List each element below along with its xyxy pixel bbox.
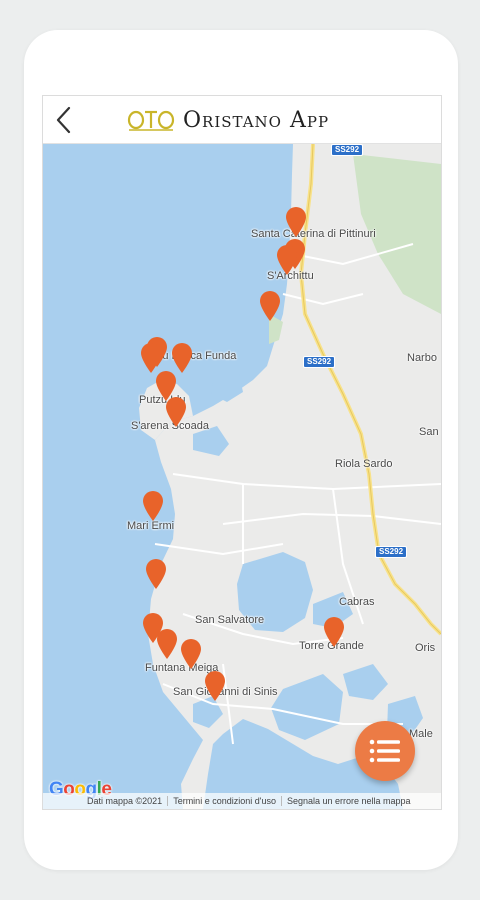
- map-view[interactable]: SS292 SS292 SS292 Santa Caterina di Pitt…: [43, 144, 441, 809]
- app-screen: Oristano App SS292 SS292 SS292 Santa Cat…: [42, 95, 442, 810]
- map-pin-icon[interactable]: [203, 670, 227, 702]
- back-button[interactable]: [47, 102, 81, 138]
- map-pin-icon[interactable]: [322, 616, 346, 648]
- road-shield: SS292: [331, 144, 364, 156]
- map-pin-icon[interactable]: [275, 244, 299, 276]
- place-label: Cabras: [339, 596, 375, 608]
- app-header: Oristano App: [43, 96, 441, 144]
- terms-link[interactable]: Termini e condizioni d'uso: [168, 796, 281, 806]
- list-menu-icon: [369, 739, 400, 763]
- map-pin-icon[interactable]: [284, 206, 308, 238]
- map-attribution: Dati mappa ©2021 Termini e condizioni d'…: [43, 793, 441, 809]
- map-pin-icon[interactable]: [164, 396, 188, 428]
- map-pin-icon[interactable]: [144, 558, 168, 590]
- map-data-credit: Dati mappa ©2021: [87, 796, 163, 806]
- map-base: [43, 144, 441, 809]
- app-title: Oristano App: [183, 107, 330, 133]
- map-pin-icon[interactable]: [258, 290, 282, 322]
- app-brand: Oristano App: [127, 106, 329, 134]
- road-shield: SS292: [375, 546, 408, 558]
- map-pin-icon[interactable]: [179, 638, 203, 670]
- map-pin-icon[interactable]: [155, 628, 179, 660]
- list-menu-button[interactable]: [355, 721, 415, 781]
- map-pin-icon[interactable]: [141, 490, 165, 522]
- road-shield: SS292: [303, 356, 336, 368]
- place-label: Riola Sardo: [335, 458, 393, 470]
- place-label: San Salvatore: [195, 614, 265, 626]
- place-label: San: [419, 426, 439, 438]
- chevron-left-icon: [56, 106, 71, 134]
- place-label: Narbo: [407, 352, 437, 364]
- report-error-link[interactable]: Segnala un errore nella mappa: [282, 796, 416, 806]
- app-logo-icon: [127, 110, 175, 131]
- place-label: Oris: [415, 642, 436, 654]
